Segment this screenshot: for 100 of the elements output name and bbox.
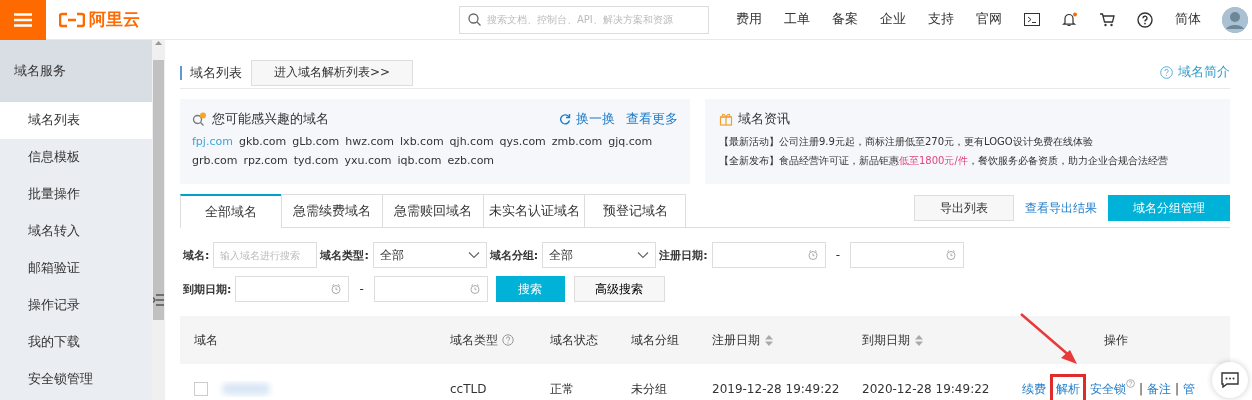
column-header[interactable]: 注册日期: [712, 331, 760, 349]
separator: |: [1139, 382, 1144, 396]
nav-link[interactable]: 企业: [869, 11, 917, 28]
domain-suggestion[interactable]: iqb.com: [397, 151, 442, 170]
column-header: 域名状态: [550, 331, 598, 349]
menu-button[interactable]: [0, 0, 46, 40]
brand-logo-icon[interactable]: [59, 11, 85, 28]
domain-search-field[interactable]: 输入域名进行搜索: [213, 242, 318, 268]
page-title: 域名列表: [190, 63, 242, 82]
calendar-icon: [330, 283, 343, 295]
row-checkbox[interactable]: [194, 382, 208, 396]
nav-link[interactable]: 工单: [773, 11, 821, 28]
date-field[interactable]: [849, 242, 964, 268]
sidebar-item[interactable]: 邮箱验证: [0, 250, 152, 287]
action-link[interactable]: 续费: [1022, 378, 1046, 400]
sidebar-item[interactable]: 域名列表: [0, 102, 152, 139]
tab[interactable]: 全部域名: [180, 194, 282, 228]
panel-title: 您可能感兴趣的域名: [212, 110, 329, 128]
domain-suggestion[interactable]: gLb.com: [292, 132, 340, 151]
nav-link[interactable]: 支持: [917, 11, 965, 28]
select-field[interactable]: 全部: [542, 242, 657, 268]
brand-name: 阿里云: [89, 8, 140, 31]
scrollbar[interactable]: [152, 40, 165, 400]
calendar-icon: [806, 249, 819, 261]
news-item[interactable]: 【全新发布】食品经营许可证，新品钜惠低至1800元/件，餐饮服务必备资质，助力企业合规合法经营: [719, 151, 1168, 170]
nav-link[interactable]: 官网: [965, 11, 1013, 28]
domain-suggestion[interactable]: hwz.com: [345, 132, 395, 151]
search-icon: [468, 12, 481, 26]
domain-suggestion[interactable]: qys.com: [499, 132, 546, 151]
bell-icon[interactable]: [1062, 12, 1077, 27]
sidebar-item[interactable]: 操作记录: [0, 287, 152, 324]
field-label: 域名分组:: [489, 247, 539, 263]
date-field[interactable]: [235, 276, 350, 302]
sort-icon[interactable]: [764, 333, 774, 347]
field-label: 到期日期:: [183, 281, 232, 297]
field-label: 注册日期:: [659, 247, 708, 263]
nav-link[interactable]: 备案: [821, 11, 869, 28]
domain-suggestion[interactable]: lxb.com: [400, 132, 444, 151]
range-dash: -: [835, 248, 840, 262]
sidebar-item[interactable]: 安全锁管理: [0, 361, 152, 398]
action-link[interactable]: 备注: [1147, 378, 1172, 400]
calendar-icon: [944, 249, 957, 261]
avatar-icon[interactable]: [1222, 6, 1248, 33]
advanced-search-button[interactable]: 高级搜索: [573, 276, 665, 302]
refresh-link[interactable]: 换一换: [559, 110, 615, 128]
tab[interactable]: 预登记域名: [584, 194, 686, 227]
sidebar-item[interactable]: 信息模板: [0, 139, 152, 176]
field-label: 域名:: [183, 247, 210, 263]
chevron-down-icon: [467, 251, 480, 259]
range-dash: -: [359, 282, 364, 296]
date-field[interactable]: [373, 276, 488, 302]
column-header: 域名: [194, 331, 218, 349]
table-cell-text: 2020-12-28 19:49:22: [862, 382, 991, 396]
date-field[interactable]: [711, 242, 826, 268]
sidebar-item[interactable]: 我的下载: [0, 324, 152, 361]
field-label: 域名类型:: [320, 247, 369, 263]
menu-icon: [14, 12, 32, 27]
export-results-link[interactable]: 查看导出结果: [1025, 199, 1097, 217]
table-cell-text: 正常: [550, 380, 575, 398]
cart-icon[interactable]: [1099, 12, 1115, 27]
export-button[interactable]: 导出列表: [914, 195, 1014, 221]
search-icon: [192, 112, 207, 126]
column-header: 域名分组: [631, 331, 679, 349]
domain-suggestion[interactable]: rpz.com: [243, 151, 288, 170]
refresh-icon: [559, 113, 571, 125]
chat-button[interactable]: [1212, 362, 1248, 398]
column-header: 操作: [1104, 331, 1128, 349]
domain-suggestion[interactable]: qjh.com: [449, 132, 494, 151]
sidebar-item[interactable]: 域名转入: [0, 213, 152, 250]
table-cell-text: 2019-12-28 19:49:22: [712, 382, 841, 396]
enter-dns-button[interactable]: 进入域名解析列表>>: [251, 59, 414, 86]
domain-suggestion[interactable]: yxu.com: [344, 151, 392, 170]
domain-suggestion[interactable]: zmb.com: [551, 132, 603, 151]
domain-suggestion[interactable]: gkb.com: [238, 132, 287, 151]
select-field[interactable]: 全部: [372, 242, 487, 268]
help-icon[interactable]: [1137, 11, 1153, 28]
panel-title: 域名资讯: [738, 110, 790, 128]
separator: |: [1175, 382, 1180, 396]
column-header[interactable]: 到期日期: [862, 331, 910, 349]
collapse-icon[interactable]: [153, 294, 164, 306]
action-link[interactable]: 管: [1183, 378, 1196, 400]
table-cell-text: ccTLD: [450, 382, 488, 396]
nav-link[interactable]: 费用: [725, 11, 773, 28]
help-icon: [1160, 66, 1173, 79]
news-item[interactable]: 【最新活动】公司注册9.9元起，商标注册低至270元，更有LOGO设计免费在线体验: [719, 132, 1093, 151]
action-link[interactable]: 安全锁: [1090, 378, 1126, 400]
terminal-icon[interactable]: [1024, 12, 1040, 27]
language-link[interactable]: 简体: [1164, 11, 1212, 28]
more-link[interactable]: 查看更多: [626, 110, 678, 128]
sidebar-item[interactable]: 批量操作: [0, 176, 152, 213]
chevron-down-icon: [637, 251, 650, 259]
domain-suggestion[interactable]: ezb.com: [447, 151, 495, 170]
domain-suggestion[interactable]: grb.com: [192, 151, 238, 170]
sort-icon[interactable]: [914, 333, 924, 347]
domain-suggestion[interactable]: tyd.com: [293, 151, 339, 170]
action-link[interactable]: 解析: [1050, 373, 1086, 400]
chat-icon: [1221, 372, 1239, 388]
sidebar-header: 域名服务: [0, 40, 152, 102]
calendar-icon: [468, 283, 481, 295]
domain-suggestion[interactable]: gjq.com: [608, 132, 653, 151]
